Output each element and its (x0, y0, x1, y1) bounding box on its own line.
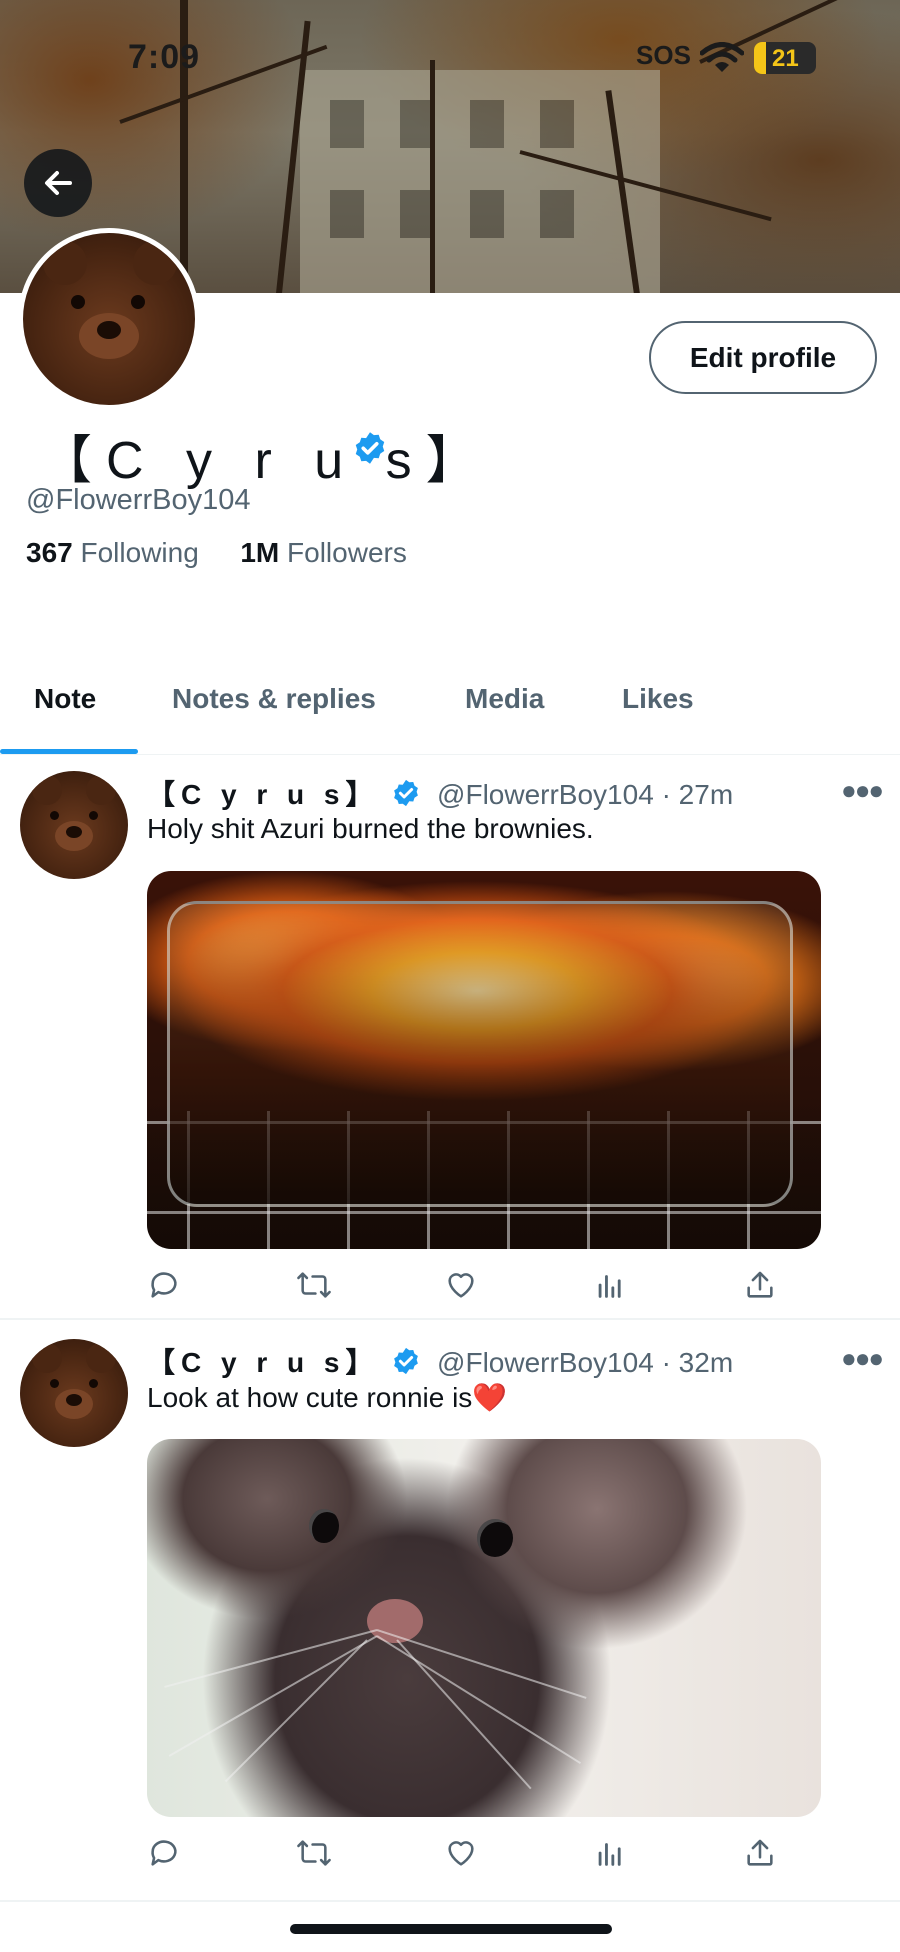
views-icon[interactable] (593, 1268, 627, 1307)
divider (0, 754, 900, 755)
post-actions (147, 1268, 807, 1308)
post-handle[interactable]: @FlowerrBoy104 (437, 1347, 654, 1378)
edit-profile-button[interactable]: Edit profile (649, 321, 877, 394)
repost-icon[interactable] (295, 1268, 333, 1307)
verified-badge-icon (352, 430, 388, 471)
like-icon[interactable] (443, 1836, 479, 1875)
tab-notes-replies[interactable]: Notes & replies (172, 683, 376, 715)
reply-icon[interactable] (147, 1836, 181, 1875)
repost-icon[interactable] (295, 1836, 333, 1875)
battery-level: 21 (772, 45, 799, 72)
followers-link[interactable]: 1M Followers (240, 537, 407, 568)
post-time[interactable]: 32m (679, 1347, 733, 1378)
like-icon[interactable] (443, 1268, 479, 1307)
post-avatar[interactable] (20, 1339, 128, 1447)
tab-likes[interactable]: Likes (622, 683, 694, 715)
post-image[interactable] (147, 1439, 821, 1817)
post-time[interactable]: 27m (679, 779, 733, 810)
post-header: 【C y r u s】 @FlowerrBoy104 · 32m (147, 1341, 733, 1383)
following-count: 367 (26, 537, 73, 568)
profile-handle: @FlowerrBoy104 (26, 484, 251, 516)
verified-badge-icon (391, 1346, 421, 1383)
status-time: 7:09 (128, 38, 201, 76)
post-separator: · (661, 779, 671, 810)
following-link[interactable]: 367 Following (26, 537, 207, 568)
post-handle[interactable]: @FlowerrBoy104 (437, 779, 654, 810)
post-text: Look at how cute ronnie is❤️ (147, 1382, 508, 1413)
status-carrier: SOS (636, 40, 691, 70)
share-icon[interactable] (743, 1836, 777, 1875)
post-author[interactable]: 【C y r u s】 (147, 779, 379, 810)
tab-media[interactable]: Media (465, 683, 544, 715)
profile-avatar[interactable] (18, 228, 200, 410)
divider (0, 1900, 900, 1902)
home-indicator[interactable] (290, 1924, 612, 1934)
post-avatar[interactable] (20, 771, 128, 879)
follow-stats: 367 Following 1M Followers (26, 537, 407, 569)
wifi-icon (699, 42, 745, 79)
back-button[interactable] (24, 149, 92, 217)
reply-icon[interactable] (147, 1268, 181, 1307)
profile-display-name: 【C y r u s】 (40, 432, 492, 490)
tab-note[interactable]: Note (34, 683, 96, 715)
post-image[interactable] (147, 871, 821, 1249)
post-separator: · (661, 1347, 671, 1378)
ellipsis-icon[interactable]: ●●● (841, 1343, 884, 1374)
arrow-left-icon (45, 171, 72, 195)
profile-tabs: Note Notes & replies Media Likes (0, 665, 900, 755)
followers-count: 1M (240, 537, 280, 568)
divider (0, 1318, 900, 1320)
post-text: Holy shit Azuri burned the brownies. (147, 813, 594, 844)
post-actions (147, 1836, 807, 1876)
following-label: Following (80, 537, 199, 568)
views-icon[interactable] (593, 1836, 627, 1875)
banner-building (300, 70, 660, 293)
post-header: 【C y r u s】 @FlowerrBoy104 · 27m (147, 773, 733, 815)
share-icon[interactable] (743, 1268, 777, 1307)
post-author[interactable]: 【C y r u s】 (147, 1347, 379, 1378)
battery-icon: 21 (754, 42, 816, 74)
followers-label: Followers (287, 537, 407, 568)
verified-badge-icon (391, 778, 421, 815)
ellipsis-icon[interactable]: ●●● (841, 775, 884, 806)
